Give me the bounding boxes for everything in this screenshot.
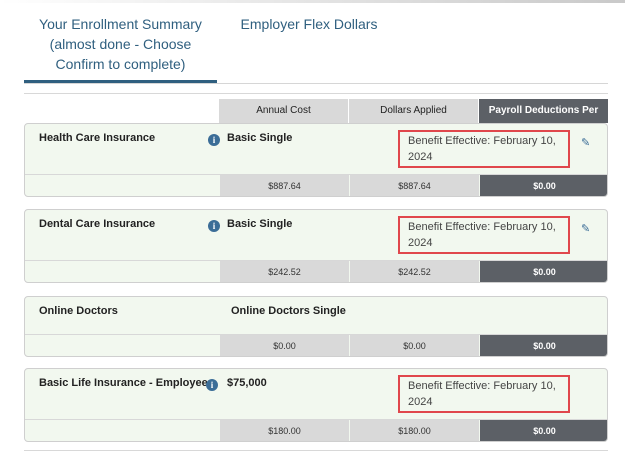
- benefit-name: Online Doctors: [39, 305, 118, 317]
- dollars-applied-value: $180.00: [350, 420, 479, 441]
- benefit-plan: Basic Single: [227, 218, 293, 230]
- bottom-divider: [24, 450, 608, 451]
- column-header-annual-cost: Annual Cost: [219, 99, 348, 123]
- annual-cost-value: $0.00: [220, 335, 349, 356]
- pencil-icon[interactable]: ✎: [581, 136, 590, 149]
- tab-enrollment-summary[interactable]: Your Enrollment Summary (almost done - C…: [24, 14, 217, 84]
- benefit-plan: $75,000: [227, 377, 267, 389]
- tab-bar: Your Enrollment Summary (almost done - C…: [24, 0, 608, 84]
- dollars-applied-value: $887.64: [350, 175, 479, 196]
- benefit-amounts-row: $0.00 $0.00 $0.00: [25, 334, 607, 356]
- benefit-effective-date: Benefit Effective: February 10, 2024: [398, 216, 570, 254]
- benefit-card-dental: Dental Care Insurance i Basic Single Ben…: [24, 209, 608, 283]
- column-header-row: Annual Cost Dollars Applied Payroll Dedu…: [24, 93, 608, 140]
- benefit-plan: Basic Single: [227, 132, 293, 144]
- benefit-name: Dental Care Insurance: [39, 218, 156, 230]
- info-icon[interactable]: i: [208, 220, 220, 232]
- benefit-card-basic-life: Basic Life Insurance - Employee i $75,00…: [24, 368, 608, 442]
- benefit-card-health: Health Care Insurance i Basic Single Ben…: [24, 123, 608, 197]
- pencil-icon[interactable]: ✎: [581, 222, 590, 235]
- dollars-applied-value: $0.00: [350, 335, 479, 356]
- annual-cost-value: $887.64: [220, 175, 349, 196]
- info-icon[interactable]: i: [206, 379, 218, 391]
- payroll-deduction-value: $0.00: [480, 335, 607, 356]
- benefit-amounts-row: $887.64 $887.64 $0.00: [25, 174, 607, 196]
- benefit-amounts-row: $242.52 $242.52 $0.00: [25, 260, 607, 282]
- dollars-applied-value: $242.52: [350, 261, 479, 282]
- payroll-deduction-value: $0.00: [480, 261, 607, 282]
- column-header-dollars-applied: Dollars Applied: [349, 99, 478, 123]
- benefit-effective-date: Benefit Effective: February 10, 2024: [398, 375, 570, 413]
- payroll-deduction-value: $0.00: [480, 175, 607, 196]
- benefit-card-online-doctors: Online Doctors Online Doctors Single $0.…: [24, 296, 608, 357]
- annual-cost-value: $242.52: [220, 261, 349, 282]
- benefit-effective-date: Benefit Effective: February 10, 2024: [398, 130, 570, 168]
- annual-cost-value: $180.00: [220, 420, 349, 441]
- tab-employer-flex-dollars[interactable]: Employer Flex Dollars: [234, 14, 384, 34]
- benefit-plan: Online Doctors Single: [231, 305, 346, 317]
- info-icon[interactable]: i: [208, 134, 220, 146]
- benefit-amounts-row: $180.00 $180.00 $0.00: [25, 419, 607, 441]
- payroll-deduction-value: $0.00: [480, 420, 607, 441]
- benefit-name: Basic Life Insurance - Employee: [39, 377, 208, 389]
- active-tab-indicator: [24, 80, 217, 83]
- column-header-payroll-deductions: Payroll Deductions Per Pay: [479, 99, 608, 140]
- benefit-name: Health Care Insurance: [39, 132, 156, 144]
